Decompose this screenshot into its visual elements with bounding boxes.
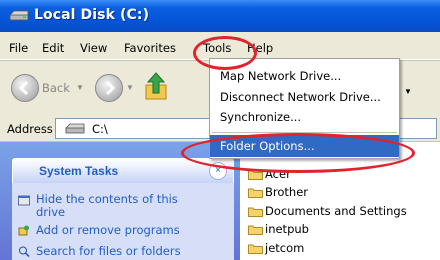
folder-name: Brother: [265, 185, 309, 199]
forward-arrow-icon: [105, 80, 116, 96]
task-search-label: Search for files or folders: [36, 244, 181, 258]
add-remove-programs-icon: [18, 225, 29, 236]
task-hide-contents-label: Hide the contents of this drive: [36, 192, 178, 219]
highlight-ring-folder-options: [181, 133, 415, 173]
system-tasks-title: System Tasks: [39, 164, 119, 178]
forward-dropdown-icon[interactable]: ▼: [126, 83, 134, 92]
menu-edit[interactable]: Edit: [42, 41, 64, 55]
search-icon: [19, 246, 30, 257]
back-arrow-icon: [18, 80, 29, 96]
menu-item-disconnect-network-drive[interactable]: Disconnect Network Drive...: [210, 86, 399, 108]
folder-icon: [248, 207, 263, 217]
hide-contents-icon: [18, 195, 30, 206]
window-title: Local Disk (C:): [34, 7, 150, 23]
address-label: Address: [7, 122, 53, 136]
task-add-remove-programs[interactable]: Add or remove programs: [18, 223, 180, 237]
menu-view[interactable]: View: [80, 41, 107, 55]
folder-icon: [248, 188, 263, 198]
up-folder-icon[interactable]: [142, 71, 172, 103]
forward-button[interactable]: [95, 74, 123, 102]
folder-name: Documents and Settings: [265, 204, 407, 218]
address-value: C:\: [92, 122, 108, 136]
folder-icon: [248, 244, 263, 254]
back-button[interactable]: [11, 74, 39, 102]
back-dropdown-icon[interactable]: ▼: [76, 83, 84, 92]
folder-name: jetcom: [265, 241, 305, 255]
folder-icon: [248, 225, 263, 235]
folder-name: inetpub: [265, 222, 309, 236]
menu-file[interactable]: File: [9, 41, 28, 55]
task-add-remove-label: Add or remove programs: [36, 223, 180, 237]
map-network-drive-label: Map Network Drive...: [220, 69, 342, 83]
back-label: Back: [42, 81, 70, 95]
disconnect-network-drive-label: Disconnect Network Drive...: [220, 90, 381, 104]
task-hide-contents[interactable]: Hide the contents of this drive: [18, 192, 206, 219]
drive-icon: [65, 123, 85, 134]
menu-item-synchronize[interactable]: Synchronize...: [210, 106, 399, 128]
title-bar[interactable]: Local Disk (C:): [0, 0, 440, 32]
system-tasks-body: Hide the contents of this drive Add or r…: [12, 183, 234, 260]
synchronize-label: Synchronize...: [220, 110, 302, 124]
drive-icon: [9, 10, 29, 21]
toolbar-dropdown-icon[interactable]: ▼: [404, 87, 412, 96]
highlight-ring-tools: [193, 36, 257, 70]
task-search-files[interactable]: Search for files or folders: [19, 244, 181, 258]
menu-favorites[interactable]: Favorites: [124, 41, 176, 55]
